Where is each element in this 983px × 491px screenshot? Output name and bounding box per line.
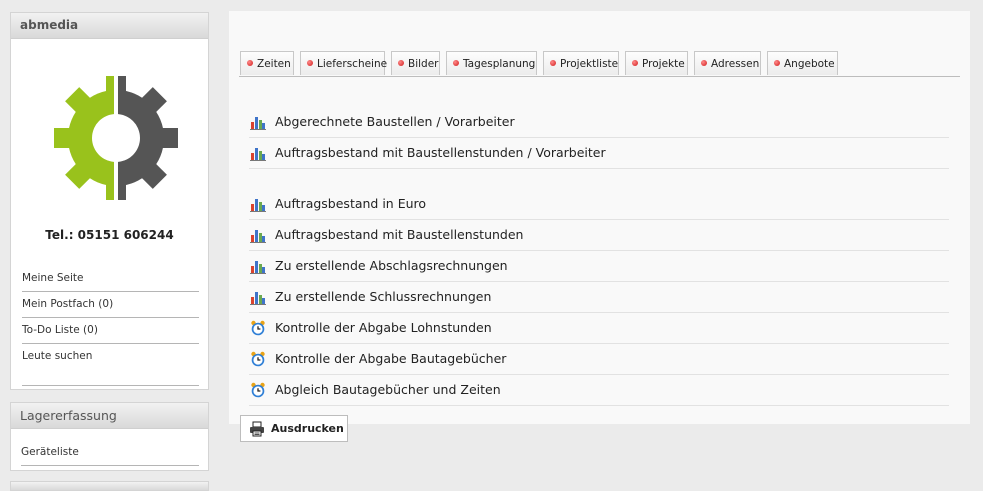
printer-icon [250, 421, 264, 437]
tab-projekte[interactable]: Projekte [625, 51, 688, 75]
divider [22, 385, 199, 386]
sidebar-nav-lager: Geräteliste [21, 440, 199, 466]
sidebar-item-postfach[interactable]: Mein Postfach (0) [22, 292, 199, 318]
main-panel: Zeiten Lieferscheine Bilder Tagesplanung… [229, 11, 970, 442]
red-dot-icon [774, 60, 780, 66]
report-link[interactable]: Auftragsbestand mit Baustellenstunden / … [249, 138, 949, 169]
sidebar-box-lager: Lagererfassung Geräteliste [10, 402, 209, 471]
tab-angebote[interactable]: Angebote [767, 51, 838, 75]
bar-chart-icon [250, 292, 266, 305]
bar-chart-icon [250, 261, 266, 274]
report-link[interactable]: Auftragsbestand in Euro [249, 189, 949, 220]
tab-tagesplanung[interactable]: Tagesplanung [446, 51, 537, 75]
sidebar-item-todo[interactable]: To-Do Liste (0) [22, 318, 199, 344]
phone-number: Tel.: 05151 606244 [45, 228, 174, 242]
sidebar-item-geraeteliste[interactable]: Geräteliste [21, 440, 199, 466]
bar-chart-icon [250, 199, 266, 212]
tab-bilder[interactable]: Bilder [391, 51, 440, 75]
report-link[interactable]: Zu erstellende Schlussrechnungen [249, 282, 949, 313]
alarm-clock-icon [251, 382, 265, 398]
tab-projektliste[interactable]: Projektliste [543, 51, 619, 75]
sidebar-item-leute-suchen[interactable]: Leute suchen [22, 344, 199, 369]
red-dot-icon [398, 60, 404, 66]
report-link[interactable]: Auftragsbestand mit Baustellenstunden [249, 220, 949, 251]
sidebar-box-title: Lagererfassung [11, 403, 208, 429]
sidebar-item-meine-seite[interactable]: Meine Seite [22, 266, 199, 292]
red-dot-icon [632, 60, 638, 66]
sidebar-box-title: abmedia [11, 13, 208, 39]
print-button-label: Ausdrucken [271, 422, 344, 435]
report-link[interactable]: Kontrolle der Abgabe Lohnstunden [249, 313, 949, 344]
tab-bar-divider [239, 76, 960, 77]
alarm-clock-icon [251, 320, 265, 336]
report-list: Abgerechnete Baustellen / Vorarbeiter Au… [249, 107, 949, 406]
sidebar-nav: Meine Seite Mein Postfach (0) To-Do List… [22, 266, 199, 369]
tab-lieferscheine[interactable]: Lieferscheine [300, 51, 387, 75]
report-link[interactable]: Kontrolle der Abgabe Bautagebücher [249, 344, 949, 375]
report-link[interactable]: Zu erstellende Abschlagsrechnungen [249, 251, 949, 282]
red-dot-icon [453, 60, 459, 66]
red-dot-icon [701, 60, 707, 66]
gear-logo-icon [51, 73, 181, 203]
bar-chart-icon [250, 117, 266, 130]
sidebar-box-header [11, 482, 208, 490]
red-dot-icon [550, 60, 556, 66]
report-link[interactable]: Abgerechnete Baustellen / Vorarbeiter [249, 107, 949, 138]
print-button[interactable]: Ausdrucken [240, 415, 348, 442]
bar-chart-icon [250, 148, 266, 161]
red-dot-icon [247, 60, 253, 66]
tab-bar: Zeiten Lieferscheine Bilder Tagesplanung… [240, 51, 960, 76]
bar-chart-icon [250, 230, 266, 243]
tab-adressen[interactable]: Adressen [694, 51, 761, 75]
report-link[interactable]: Abgleich Bautagebücher und Zeiten [249, 375, 949, 406]
alarm-clock-icon [251, 351, 265, 367]
sidebar-box-main: abmedia Tel.: 05151 606244 Meine Seite M… [10, 12, 209, 390]
tab-zeiten[interactable]: Zeiten [240, 51, 294, 75]
red-dot-icon [307, 60, 313, 66]
sidebar-box-partial [10, 481, 209, 491]
